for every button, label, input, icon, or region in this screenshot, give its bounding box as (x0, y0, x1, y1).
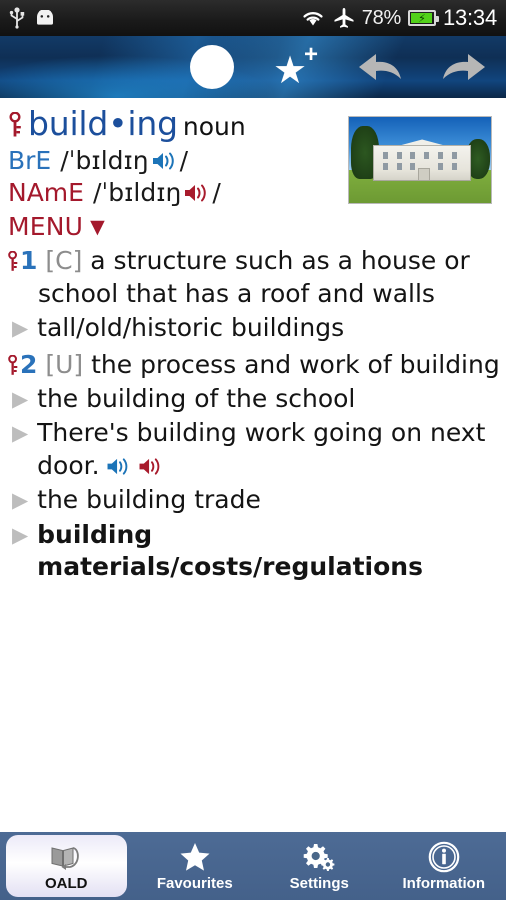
key-icon (8, 354, 18, 375)
nav-tab-settings[interactable]: Settings (259, 835, 380, 897)
triangle-bullet-icon: ▶ (12, 316, 29, 340)
pronunciation-bre-row: BrE / ˈbɪldɪŋ / (6, 146, 340, 175)
airplane-mode-icon (334, 8, 354, 28)
status-bar: 78% ⚡ 13:34 (0, 0, 506, 36)
clock-label: 13:34 (442, 5, 497, 30)
example-row: ▶ the building trade (8, 484, 500, 517)
ipa-open-slash-name: / (92, 178, 102, 207)
example-text: the building trade (37, 485, 261, 514)
sense-definition: the process and work of building (91, 349, 500, 379)
ipa-close-slash-bre: / (179, 146, 189, 175)
chevron-down-icon: ▼ (90, 216, 105, 238)
star-plus-icon: ★ + (273, 41, 318, 92)
nav-tab-oald[interactable]: OALD (6, 835, 127, 897)
sense-number: 2 (20, 349, 38, 379)
info-circle-icon (428, 841, 460, 873)
headword: build•ing (28, 104, 178, 143)
speaker-icon-name[interactable] (183, 182, 210, 204)
nav-label-oald: OALD (45, 874, 88, 892)
key-icon (8, 250, 18, 271)
part-of-speech: noun (182, 112, 246, 141)
back-arrow-icon (359, 54, 401, 80)
sense-grammar-label: [C] (45, 246, 83, 275)
app-toolbar: ★ + (0, 36, 506, 98)
example-row: ▶ tall/old/historic buildings (8, 312, 500, 345)
book-back-icon (49, 841, 83, 873)
nav-label-information: Information (402, 874, 486, 892)
pronunciation-label-name: NAmE (8, 178, 84, 207)
sense-definition-row: 2 [U] the process and work of building (8, 348, 500, 381)
example-row: ▶ building materials/costs/regulations (8, 519, 500, 584)
back-button[interactable] (338, 36, 422, 98)
wifi-icon (303, 12, 323, 26)
example-row: ▶ the building of the school (8, 383, 500, 416)
nav-label-settings: Settings (289, 874, 349, 892)
bottom-navigation-bar: OALD Favourites Settings Information (0, 832, 506, 900)
ipa-close-slash-name: / (212, 178, 221, 207)
menu-label: MENU (8, 212, 84, 241)
star-icon (179, 841, 211, 873)
dictionary-entry-panel[interactable]: build•ing noun BrE / ˈbɪldɪŋ / NAmE / ˈb… (0, 98, 506, 832)
example-text: tall/old/historic buildings (37, 313, 345, 342)
triangle-bullet-icon: ▶ (12, 386, 29, 411)
sense-block: 2 [U] the process and work of building ▶… (6, 348, 500, 584)
entry-illustration[interactable] (348, 116, 492, 204)
nav-tab-favourites[interactable]: Favourites (135, 835, 256, 897)
triangle-bullet-icon: ▶ (12, 522, 29, 547)
nav-tab-information[interactable]: Information (384, 835, 505, 897)
headword-row: build•ing noun (6, 104, 340, 143)
android-robot-icon (37, 10, 53, 25)
sense-definition-row: 1 [C] a structure such as a house or sch… (8, 244, 500, 310)
triangle-bullet-icon: ▶ (12, 488, 29, 512)
battery-icon: ⚡ (407, 10, 439, 26)
key-icon (9, 112, 21, 137)
ipa-open-slash-bre: / (60, 146, 69, 175)
pronunciation-name-row: NAmE / ˈbɪldɪŋ / (6, 178, 340, 207)
pronunciation-label-bre: BrE (8, 146, 52, 175)
sense-block: 1 [C] a structure such as a house or sch… (6, 244, 500, 345)
sense-definition: a structure such as a house or school th… (38, 246, 470, 308)
example-text: the building of the school (37, 383, 356, 413)
example-row: ▶ There's building work going on next do… (8, 417, 500, 482)
forward-arrow-icon (443, 54, 485, 80)
ipa-name: ˈbɪldɪŋ (101, 178, 182, 207)
add-favourite-button[interactable]: ★ + (254, 36, 338, 98)
triangle-bullet-icon: ▶ (12, 421, 29, 445)
example-text: building materials/costs/regulations (37, 519, 423, 582)
status-bar-left-icons (9, 7, 56, 29)
speaker-icon-bre[interactable] (151, 150, 178, 172)
battery-percent-label: 78% (361, 6, 401, 29)
menu-toggle[interactable]: MENU ▼ (6, 212, 500, 241)
usb-icon (9, 7, 25, 29)
nav-label-favourites: Favourites (156, 874, 233, 892)
speaker-icon-bre[interactable] (105, 456, 132, 477)
white-circle-icon (190, 45, 234, 89)
speaker-icon-name[interactable] (137, 456, 164, 477)
sense-grammar-label: [U] (45, 349, 84, 379)
ipa-bre: ˈbɪldɪŋ (68, 146, 149, 175)
gears-icon (302, 841, 336, 873)
forward-button[interactable] (422, 36, 506, 98)
sense-number: 1 (20, 246, 38, 275)
status-bar-right-icons: 78% ⚡ 13:34 (300, 5, 497, 31)
search-button[interactable] (170, 36, 254, 98)
example-text-with-audio: There's building work going on next door… (37, 417, 500, 482)
